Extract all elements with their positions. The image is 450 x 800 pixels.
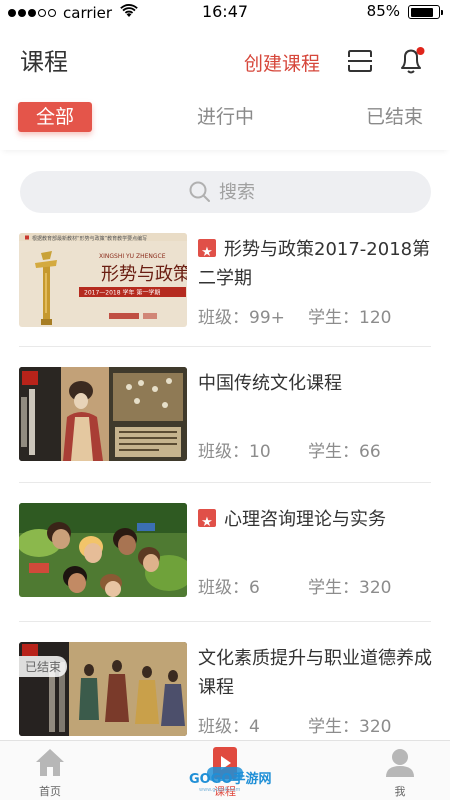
thumbnail-pinyin: XINGSHI YU ZHENGCE: [99, 253, 166, 260]
ended-badge: 已结束: [19, 656, 68, 677]
battery-icon: [408, 5, 443, 19]
class-count: 6: [249, 578, 260, 598]
course-thumbnail: [19, 503, 187, 597]
notification-bell-icon[interactable]: [398, 46, 426, 76]
home-icon: [36, 749, 64, 776]
scan-menu-icon[interactable]: [347, 49, 373, 73]
filter-tabs: 全部 进行中 已结束: [0, 94, 450, 150]
course-title: 文化素质提升与职业道德养成课程: [198, 648, 432, 698]
course-meta: 班级：4 学生：320: [198, 717, 392, 737]
class-count: 99+: [249, 308, 285, 328]
tab-ended[interactable]: 已结束: [366, 102, 423, 132]
course-meta: 班级：99+ 学生：120: [198, 308, 392, 328]
thumbnail-title: 形势与政策: [101, 264, 187, 285]
class-count: 4: [249, 717, 260, 737]
battery-percentage: 85%: [366, 2, 400, 20]
thumbnail-banner: 2017—2018 学年 第一学期: [84, 289, 160, 297]
course-thumbnail: [19, 367, 187, 461]
course-meta: 班级：10 学生：66: [198, 442, 381, 462]
search-icon: [189, 181, 210, 202]
bottom-tab-bar: 首页 课程 GOGO手游网 www.gogo8.com 我: [0, 740, 450, 800]
course-title: ★ 形势与政策2017-2018第二学期: [198, 239, 431, 289]
student-count: 120: [359, 308, 392, 328]
person-icon: [386, 749, 414, 777]
tabbar-me[interactable]: 我: [360, 741, 440, 800]
tab-all[interactable]: 全部: [18, 102, 92, 132]
search-bar[interactable]: [20, 171, 431, 213]
student-count: 320: [359, 578, 392, 598]
tabbar-course[interactable]: 课程 GOGO手游网 www.gogo8.com: [185, 741, 271, 800]
create-course-button[interactable]: 创建课程: [244, 49, 320, 76]
course-item[interactable]: ★ 心理咨询理论与实务 班级：6 学生：320: [19, 503, 431, 598]
class-count: 10: [249, 442, 271, 462]
thumbnail-top-text: 根据教育部最新教材“形势与政策”教育教学要点编写: [32, 235, 147, 242]
divider: [19, 621, 431, 622]
course-item[interactable]: 根据教育部最新教材“形势与政策”教育教学要点编写 XINGSHI YU ZHEN…: [19, 233, 431, 328]
divider: [19, 482, 431, 483]
course-meta: 班级：6 学生：320: [198, 578, 392, 598]
status-bar: carrier 16:47 85%: [0, 0, 450, 24]
student-count: 66: [359, 442, 381, 462]
starred-icon: ★: [198, 239, 216, 260]
course-title: 中国传统文化课程: [198, 373, 342, 394]
svg-text:GOGO手游网: GOGO手游网: [189, 771, 271, 787]
starred-icon: ★: [198, 509, 216, 530]
course-thumbnail: 根据教育部最新教材“形势与政策”教育教学要点编写 XINGSHI YU ZHEN…: [19, 233, 187, 327]
watermark-logo: GOGO手游网 www.gogo8.com: [189, 771, 271, 793]
search-input[interactable]: [219, 171, 369, 213]
student-count: 320: [359, 717, 392, 737]
tab-in-progress[interactable]: 进行中: [197, 102, 254, 132]
course-title: ★ 心理咨询理论与实务: [198, 505, 434, 534]
page-title: 课程: [20, 48, 68, 76]
divider: [19, 346, 431, 347]
svg-text:www.gogo8.com: www.gogo8.com: [199, 787, 240, 793]
tabbar-home[interactable]: 首页: [10, 741, 90, 800]
header: 课程 创建课程: [0, 24, 450, 94]
course-item[interactable]: 已结束 文化素质提升与职业道德养成课程 班级：4 学生：320: [19, 642, 432, 737]
course-item[interactable]: 中国传统文化课程 班级：10 学生：66: [19, 367, 431, 462]
